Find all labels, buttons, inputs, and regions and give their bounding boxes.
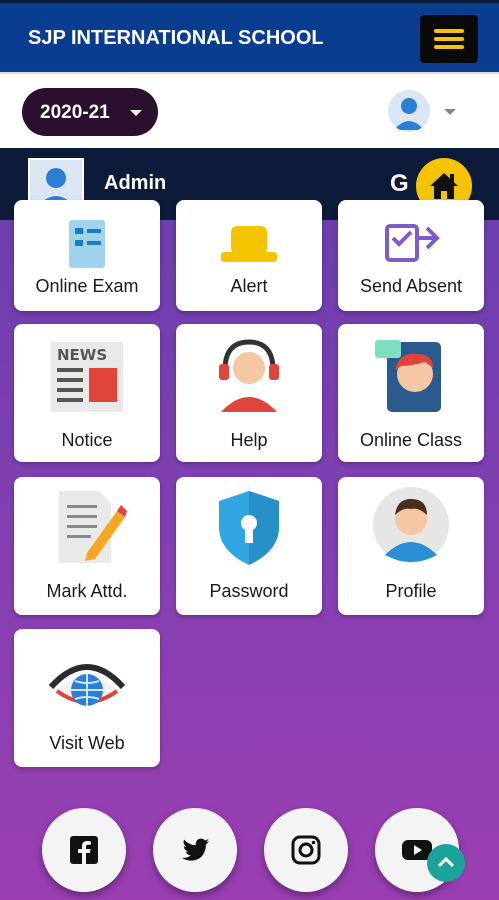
tile-send-absent[interactable]: Send Absent <box>338 200 484 311</box>
menu-line <box>434 45 464 49</box>
tile-alert[interactable]: Alert <box>176 200 322 311</box>
session-toolbar: 2020-21 <box>0 72 499 148</box>
instagram-button[interactable] <box>264 808 348 892</box>
facebook-icon <box>70 836 98 864</box>
tile-label: Visit Web <box>49 733 125 753</box>
twitter-icon <box>181 838 209 861</box>
newspaper-icon: NEWS <box>51 342 123 412</box>
caret-down-icon <box>130 110 142 116</box>
user-avatar-icon[interactable] <box>388 90 430 132</box>
twitter-button[interactable] <box>153 808 237 892</box>
session-year-dropdown[interactable]: 2020-21 <box>22 88 158 136</box>
tile-label: Password <box>209 581 289 601</box>
tile-password[interactable]: Password <box>176 477 322 615</box>
tile-visit-web[interactable]: Visit Web <box>14 629 160 767</box>
g-label[interactable]: G <box>390 170 409 198</box>
tile-label: Online Exam <box>35 276 139 296</box>
svg-text:NEWS: NEWS <box>57 346 107 364</box>
tile-profile[interactable]: Profile <box>338 477 484 615</box>
tile-label: Alert <box>230 276 268 296</box>
headset-support-icon <box>219 339 279 412</box>
tile-label: Help <box>230 430 268 450</box>
shield-keyhole-icon <box>219 491 279 565</box>
tile-online-exam[interactable]: Online Exam <box>14 200 160 311</box>
user-menu-caret-icon[interactable] <box>444 109 456 115</box>
menu-line <box>434 37 464 41</box>
app-title: SJP INTERNATIONAL SCHOOL <box>28 27 324 49</box>
tile-help[interactable]: Help <box>176 324 322 462</box>
document-pencil-icon <box>59 491 127 563</box>
hamburger-menu-button[interactable] <box>420 15 478 63</box>
app-bar: SJP INTERNATIONAL SCHOOL <box>0 0 499 72</box>
tile-label: Online Class <box>359 430 463 450</box>
facebook-button[interactable] <box>42 808 126 892</box>
scroll-top-button[interactable] <box>427 844 465 882</box>
chevron-up-icon <box>437 856 455 868</box>
tile-label: Profile <box>385 581 437 601</box>
menu-line <box>434 29 464 33</box>
eye-globe-icon <box>48 664 126 706</box>
tile-online-class[interactable]: Online Class <box>338 324 484 462</box>
session-year-label: 2020-21 <box>40 102 110 123</box>
tile-label: Mark Attd. <box>46 581 128 601</box>
video-class-icon <box>375 340 441 412</box>
tile-label: Send Absent <box>359 276 463 296</box>
tile-label: Notice <box>61 430 113 450</box>
profile-person-icon <box>373 487 449 563</box>
tile-notice[interactable]: NEWS Notice <box>14 324 160 462</box>
admin-name: Admin <box>104 172 167 194</box>
tile-mark-attendance[interactable]: Mark Attd. <box>14 477 160 615</box>
instagram-icon <box>291 835 321 865</box>
